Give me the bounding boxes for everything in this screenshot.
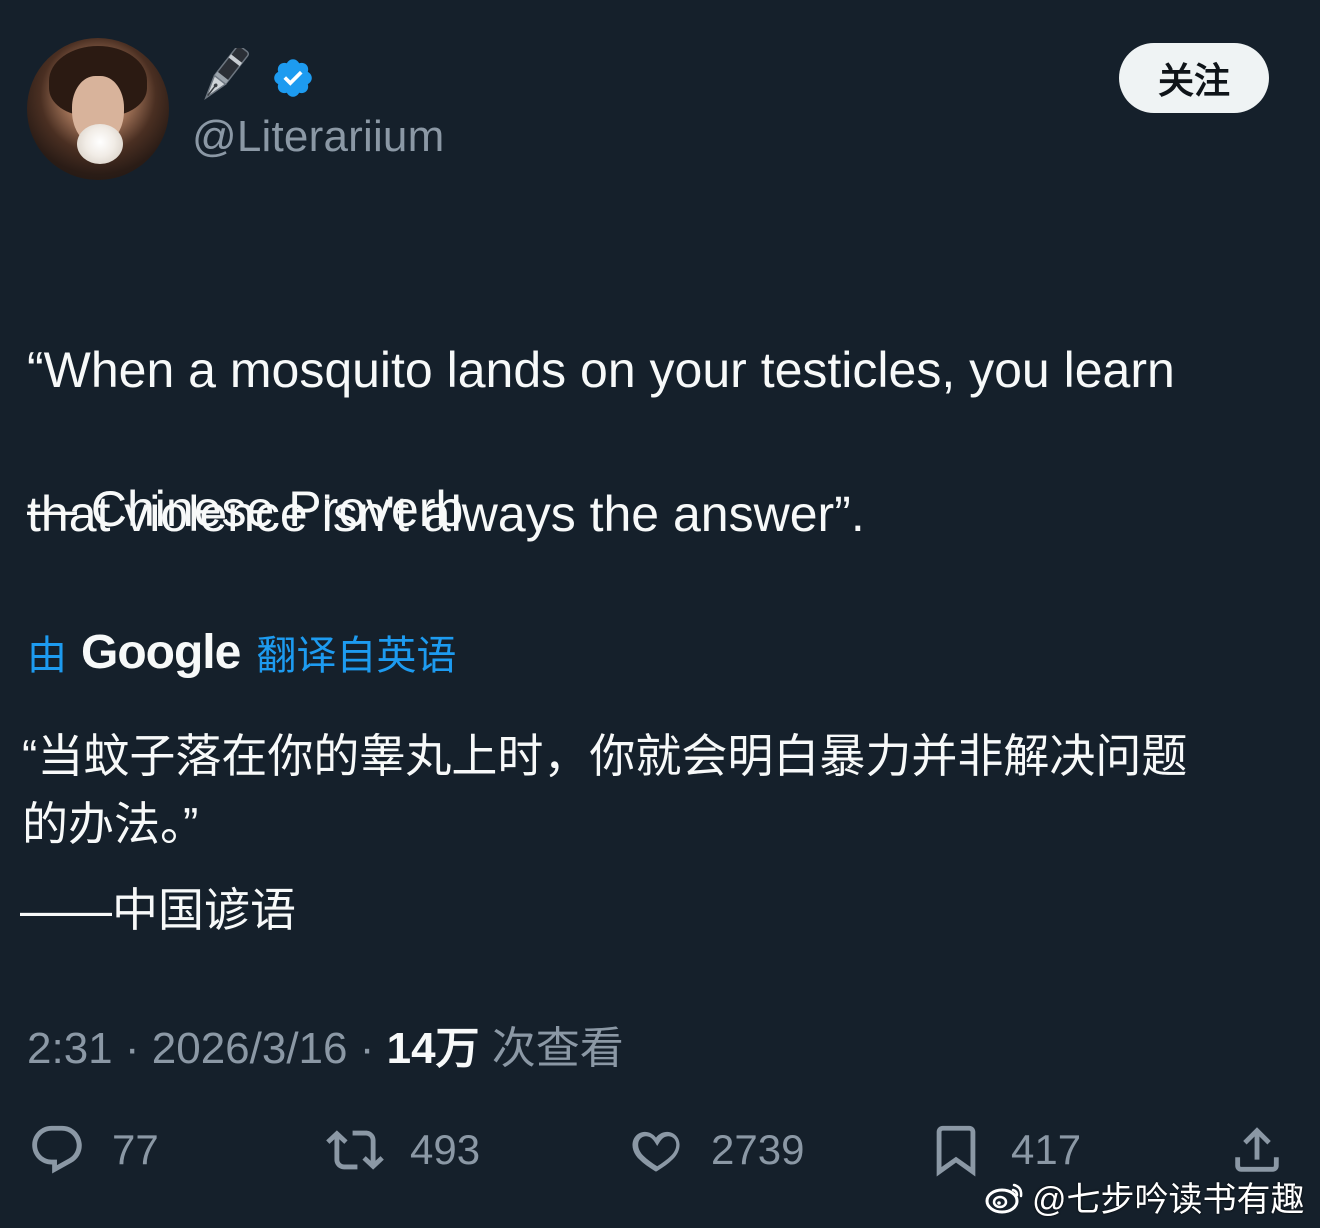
tweet-date[interactable]: 2026/3/16 xyxy=(152,1024,348,1073)
translated-attribution: ——中国谚语 xyxy=(20,884,296,936)
pen-nib-icon xyxy=(204,48,250,101)
watermark-text: @七步吟读书有趣 xyxy=(1032,1181,1305,1219)
translated-text-line: 的办法。” xyxy=(22,798,199,850)
retweet-count: 493 xyxy=(410,1126,481,1173)
tweet-time[interactable]: 2:31 xyxy=(27,1024,113,1073)
tweet-meta: 2:31 · 2026/3/16 · 14万 次查看 xyxy=(27,1012,624,1076)
reply-button[interactable]: 77 xyxy=(28,1118,159,1182)
like-count: 2739 xyxy=(711,1126,805,1173)
views-label: 次查看 xyxy=(479,1024,624,1073)
author-handle[interactable]: @Literariium xyxy=(192,112,444,162)
retweet-icon xyxy=(326,1130,384,1170)
translated-text: “当蚊子落在你的睾丸上时，你就会明白暴力并非解决问题 的办法。” xyxy=(22,722,1302,858)
avatar[interactable] xyxy=(27,38,169,180)
views-count: 14万 xyxy=(386,1024,480,1073)
retweet-button[interactable]: 493 xyxy=(326,1118,480,1182)
tweet-attribution: — Chinese Proverb xyxy=(27,481,464,537)
bookmark-icon xyxy=(936,1125,976,1177)
meta-separator: · xyxy=(347,1024,387,1073)
meta-separator: · xyxy=(112,1024,152,1073)
heart-icon xyxy=(632,1131,680,1172)
watermark: @七步吟读书有趣 xyxy=(984,1172,1305,1221)
tweet-text-line: “When a mosquito lands on your testicles… xyxy=(27,342,1175,398)
avatar-rose xyxy=(77,124,123,164)
translated-by-label: 由 xyxy=(27,634,67,678)
translated-text-line: “当蚊子落在你的睾丸上时，你就会明白暴力并非解决问题 xyxy=(22,730,1188,782)
tweet-text: “When a mosquito lands on your testicles… xyxy=(27,262,1293,622)
reply-icon xyxy=(32,1125,82,1174)
share-icon xyxy=(1235,1127,1279,1172)
translated-from-link[interactable]: 翻译自英语 xyxy=(256,623,456,681)
weibo-logo-icon xyxy=(985,1183,1023,1213)
follow-button[interactable]: 关注 xyxy=(1119,43,1269,113)
verified-badge-icon[interactable] xyxy=(271,56,315,100)
reply-count: 77 xyxy=(112,1126,159,1173)
translation-header[interactable]: 由 Google 翻译自英语 xyxy=(27,622,456,682)
bookmark-count: 417 xyxy=(1011,1126,1082,1173)
google-logo: Google xyxy=(81,625,241,679)
like-button[interactable]: 2739 xyxy=(627,1118,804,1182)
